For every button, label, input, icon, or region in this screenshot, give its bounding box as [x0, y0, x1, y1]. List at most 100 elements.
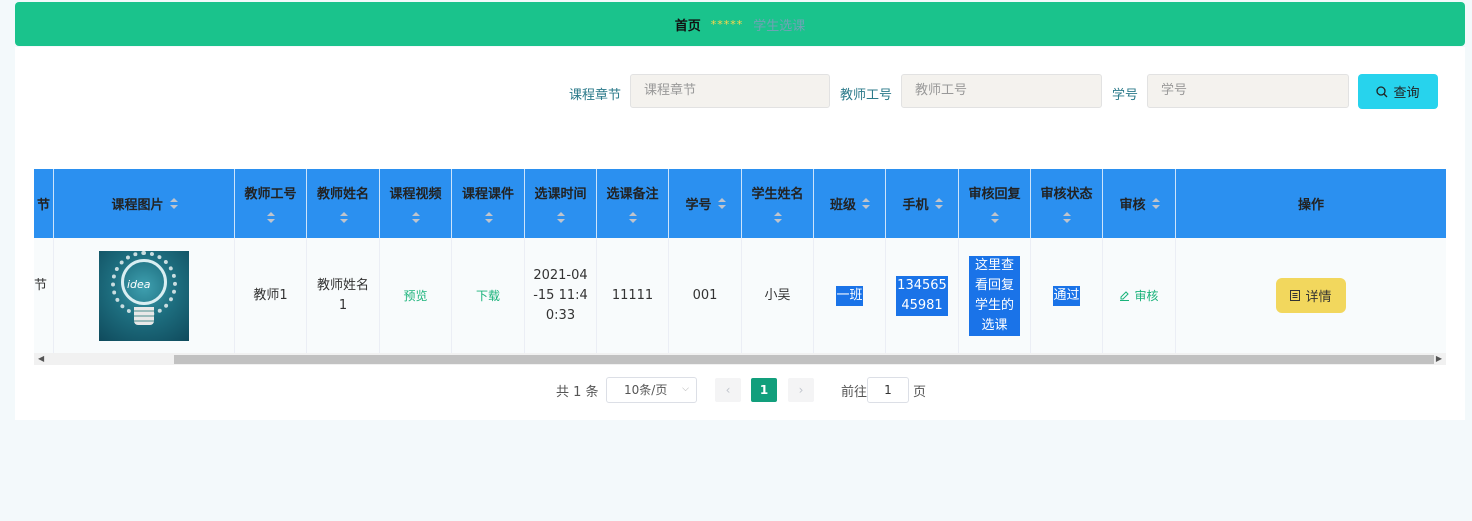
reply-value[interactable]: 这里查看回复学生的选课 [969, 255, 1020, 336]
col-chapter[interactable]: 节 [34, 169, 54, 238]
col-teacher-id-label: 教师工号 [244, 187, 297, 202]
cell-phone: 13456545981 [886, 238, 959, 353]
col-reply-label: 审核回复 [968, 187, 1021, 202]
audit-link[interactable]: 审核 [1119, 286, 1159, 306]
content-panel: 课程章节 课程章节 教师工号 教师工号 学号 学号 查询 节 课程图片 教师工号… [15, 47, 1465, 420]
col-teacher-id[interactable]: 教师工号 [235, 169, 307, 238]
col-time-label: 选课时间 [534, 187, 587, 202]
prev-page-button[interactable]: ‹ [715, 378, 741, 402]
next-page-button[interactable]: › [788, 378, 814, 402]
edit-icon [1120, 291, 1130, 301]
sort-icon[interactable] [412, 212, 420, 224]
col-image[interactable]: 课程图片 [54, 169, 235, 238]
cell-reply: 这里查看回复学生的选课 [959, 238, 1031, 353]
cell-actions: 详情 [1176, 238, 1446, 353]
scroll-thumb[interactable] [174, 355, 1434, 364]
sort-icon[interactable] [991, 212, 999, 224]
course-image[interactable]: idea [99, 250, 189, 341]
sort-icon[interactable] [1151, 197, 1160, 210]
col-courseware[interactable]: 课程课件 [452, 169, 525, 238]
breadcrumb-home[interactable]: 首页 [675, 15, 701, 34]
cell-student-id: 001 [669, 238, 742, 353]
download-link[interactable]: 下载 [476, 286, 500, 306]
sort-icon[interactable] [774, 212, 782, 224]
cell-chapter: 节 [34, 238, 54, 353]
chevron-down-icon: ⌵ [682, 384, 689, 394]
cell-image: idea [54, 238, 235, 353]
preview-link[interactable]: 预览 [403, 286, 427, 306]
col-class-label: 班级 [829, 198, 856, 213]
document-icon [1290, 290, 1301, 301]
cell-courseware: 下载 [452, 238, 525, 353]
col-teacher-name-label: 教师姓名 [316, 187, 369, 202]
col-audit-label: 审核 [1119, 198, 1146, 213]
sort-icon[interactable] [717, 197, 726, 210]
cell-teacher-id: 教师1 [235, 238, 307, 353]
breadcrumb-separator: ***** [710, 17, 744, 31]
col-student-name-label: 学生姓名 [751, 187, 804, 202]
class-value: 一班 [836, 285, 863, 306]
col-actions: 操作 [1176, 169, 1446, 238]
scroll-left-icon[interactable]: ◀ [38, 354, 44, 363]
col-class[interactable]: 班级 [814, 169, 886, 238]
page-size-select[interactable]: 10条/页 ⌵ [606, 377, 697, 403]
cell-remark: 11111 [597, 238, 669, 353]
breadcrumb-current: 学生选课 [753, 18, 806, 34]
cell-student-name: 小吴 [742, 238, 814, 353]
col-remark[interactable]: 选课备注 [597, 169, 669, 238]
total-count: 共 1 条 [556, 384, 599, 400]
goto-page-input[interactable]: 1 [867, 377, 909, 403]
cell-class: 一班 [814, 238, 886, 353]
page-size-value: 10条/页 [624, 383, 668, 397]
teacher-id-input[interactable]: 教师工号 [901, 74, 1102, 108]
sort-icon[interactable] [339, 212, 348, 224]
chapter-input[interactable]: 课程章节 [630, 74, 830, 108]
chevron-right-icon: › [798, 383, 804, 397]
student-id-input[interactable]: 学号 [1147, 74, 1349, 108]
phone-value: 13456545981 [896, 275, 948, 316]
col-video[interactable]: 课程视频 [380, 169, 452, 238]
horizontal-scrollbar[interactable]: ◀ ▶ [34, 353, 1446, 365]
col-phone[interactable]: 手机 [886, 169, 959, 238]
page-number-current[interactable]: 1 [751, 378, 777, 402]
cell-status: 通过 [1031, 238, 1103, 353]
sort-icon[interactable] [267, 212, 275, 224]
col-student-name[interactable]: 学生姓名 [742, 169, 814, 238]
sort-icon[interactable] [934, 197, 943, 210]
col-time[interactable]: 选课时间 [525, 169, 597, 238]
sort-icon[interactable] [557, 212, 565, 224]
col-phone-label: 手机 [902, 198, 929, 213]
detail-button[interactable]: 详情 [1276, 278, 1346, 313]
col-video-label: 课程视频 [389, 187, 442, 202]
col-teacher-name[interactable]: 教师姓名 [307, 169, 380, 238]
sort-icon[interactable] [169, 197, 178, 210]
col-status[interactable]: 审核状态 [1031, 169, 1103, 238]
cell-teacher-name: 教师姓名1 [307, 238, 380, 353]
bulb-base [134, 306, 154, 325]
col-status-label: 审核状态 [1040, 187, 1093, 202]
col-image-label: 课程图片 [111, 198, 164, 213]
sort-icon[interactable] [629, 212, 637, 224]
scroll-right-icon[interactable]: ▶ [1436, 354, 1442, 363]
col-actions-label: 操作 [1297, 198, 1324, 213]
col-chapter-label: 节 [36, 198, 50, 213]
sort-icon[interactable] [1063, 212, 1071, 224]
query-button[interactable]: 查询 [1358, 74, 1438, 109]
breadcrumb-bar: 首页 ***** 学生选课 [15, 2, 1465, 46]
course-table: 节 课程图片 教师工号 教师姓名 课程视频 课程课件 选课时间 选课备注 学号 … [34, 169, 1446, 365]
table-header: 节 课程图片 教师工号 教师姓名 课程视频 课程课件 选课时间 选课备注 学号 … [34, 169, 1446, 238]
chapter-label: 课程章节 [569, 88, 622, 103]
chevron-left-icon: ‹ [725, 383, 731, 397]
sort-icon[interactable] [484, 212, 493, 224]
cell-time: 2021-04-15 11:40:33 [525, 238, 597, 353]
image-text: idea [127, 277, 151, 291]
col-remark-label: 选课备注 [606, 187, 659, 202]
col-audit[interactable]: 审核 [1103, 169, 1176, 238]
goto-prefix: 前往 [841, 384, 868, 400]
col-student-id[interactable]: 学号 [669, 169, 742, 238]
teacher-id-label: 教师工号 [840, 88, 893, 103]
col-reply[interactable]: 审核回复 [959, 169, 1031, 238]
search-icon [1376, 85, 1388, 97]
query-label: 查询 [1393, 85, 1420, 100]
sort-icon[interactable] [862, 197, 870, 210]
